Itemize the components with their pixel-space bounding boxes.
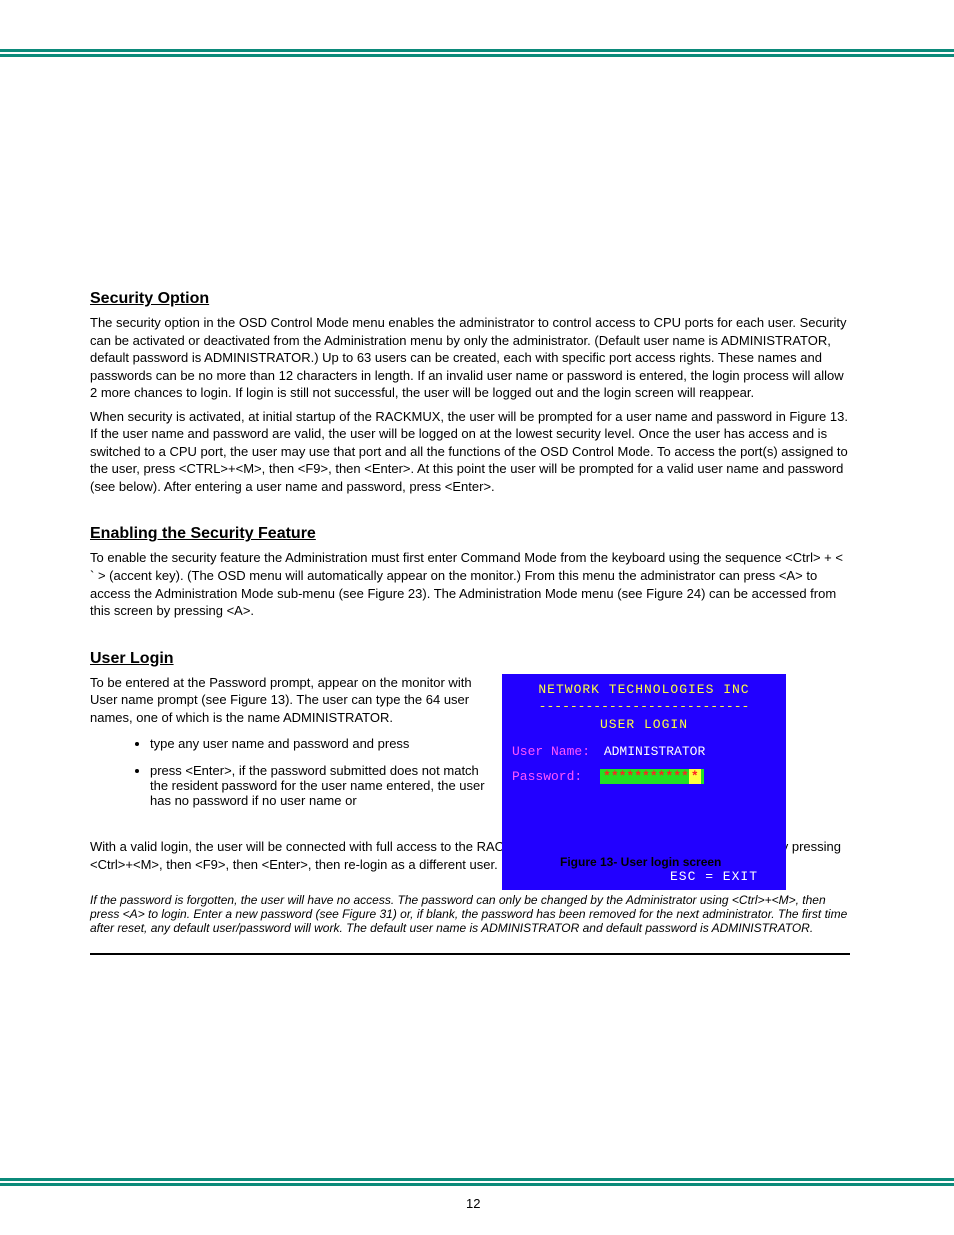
para-security-2: When security is activated, at initial s… [90,408,850,496]
bottom-teal-rule [0,1178,954,1186]
heading-security: Security Option [90,290,870,308]
osd-username-label: User Name: [512,744,590,759]
para-login-1: To be entered at the Password prompt, ap… [90,674,480,727]
figure-caption: Figure 13- User login screen [560,855,721,869]
para-security-1: The security option in the OSD Control M… [90,314,850,402]
osd-divider: --------------------------- [512,699,776,714]
heading-user-login: User Login [90,650,870,668]
heading-enabling: Enabling the Security Feature [90,525,870,543]
top-teal-rule [0,49,954,57]
bottom-separator [90,953,850,955]
login-bullets: type any user name and password and pres… [110,736,490,808]
login-bullet-1: type any user name and password and pres… [150,736,490,751]
para-note: If the password is forgotten, the user w… [90,893,850,935]
osd-username-value: ADMINISTRATOR [604,744,705,759]
page-number: 12 [466,1196,480,1211]
osd-footer-hint: ESC = EXIT [670,869,758,884]
osd-password-field[interactable]: ************ [600,769,704,784]
osd-password-row: Password: ************ [512,769,776,784]
osd-title: NETWORK TECHNOLOGIES INC [512,682,776,697]
login-bullet-2: press <Enter>, if the password submitted… [150,763,490,808]
osd-password-mask: *********** [603,769,689,784]
osd-subtitle: USER LOGIN [512,717,776,732]
para-enabling-1: To enable the security feature the Admin… [90,549,850,619]
osd-password-cursor: * [689,769,701,784]
osd-username-row: User Name: ADMINISTRATOR [512,744,776,759]
osd-password-label: Password: [512,769,582,784]
document-page: Security Option The security option in t… [0,0,954,1235]
